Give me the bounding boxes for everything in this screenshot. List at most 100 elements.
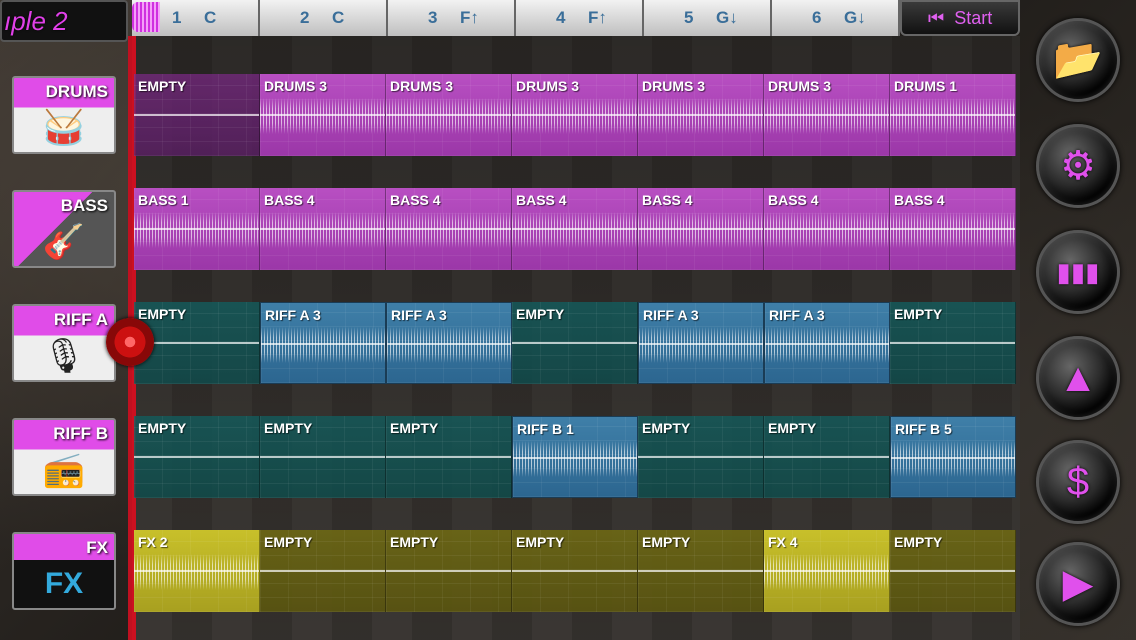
clip-slot[interactable]: DRUMS 3 (260, 74, 386, 156)
clip-center-line (764, 114, 889, 116)
empty-clip-slot[interactable]: EMPTY (889, 302, 1016, 384)
timeline-bar-1[interactable]: 1C (132, 0, 260, 36)
bar-chord: F↑ (460, 8, 479, 27)
waveform (512, 98, 637, 134)
clip-center-line (386, 570, 511, 572)
waveform (512, 212, 637, 248)
timeline-bar-4[interactable]: 4 F↑ (516, 0, 644, 36)
clip-slot[interactable]: BASS 1 (134, 188, 260, 270)
clip-slot[interactable]: BASS 4 (512, 188, 638, 270)
clip-slot[interactable]: BASS 4 (386, 188, 512, 270)
waveform (386, 212, 511, 248)
clip-label: EMPTY (893, 306, 943, 322)
empty-clip-slot[interactable]: EMPTY (890, 530, 1016, 612)
empty-clip-slot[interactable]: EMPTY (512, 530, 638, 612)
clip-center-line (134, 114, 259, 116)
clip-slot[interactable]: RIFF B 5 (890, 416, 1017, 498)
clip-label: EMPTY (138, 306, 187, 322)
clip-slot[interactable]: DRUMS 1 (890, 74, 1016, 156)
playhead-scrubber-handle[interactable] (106, 318, 154, 366)
clip-slot[interactable]: RIFF A 3 (259, 302, 386, 384)
clip-center-line (386, 228, 511, 230)
clip-label: DRUMS 3 (768, 78, 832, 94)
waveform (890, 212, 1015, 248)
clip-slot[interactable]: FX 2 (134, 530, 260, 612)
clip-label: EMPTY (264, 420, 313, 436)
empty-clip-slot[interactable]: EMPTY (260, 530, 386, 612)
clip-label: RIFF B 1 (517, 421, 574, 437)
timeline-bar-2[interactable]: 2C (260, 0, 388, 36)
bar-number: 5 (684, 8, 694, 27)
drum-kit-icon: 🥁 (42, 109, 86, 147)
arrangement-grid: EMPTY DRUMS 3 DRUMS 3 DRUMS 3 DRUMS 3 DRUMS 3… (132, 36, 1020, 640)
empty-clip-slot[interactable]: EMPTY (764, 416, 891, 498)
clip-slot[interactable]: RIFF A 3 (637, 302, 764, 384)
waveform (764, 554, 889, 590)
instrument-riff-a-button[interactable]: RIFF A 🎙 (12, 304, 116, 382)
instrument-riff-b-button[interactable]: RIFF B 📻 (12, 418, 116, 496)
waveform (513, 441, 638, 477)
clip-slot[interactable]: RIFF A 3 (385, 302, 512, 384)
instrument-fx-button[interactable]: FX FX (12, 532, 116, 610)
clip-slot[interactable]: DRUMS 3 (638, 74, 764, 156)
start-button[interactable]: ⏮ Start (900, 0, 1020, 36)
empty-clip-slot[interactable]: EMPTY (260, 416, 386, 498)
bar-chord: G↓ (844, 8, 866, 27)
empty-clip-slot[interactable]: EMPTY (386, 530, 512, 612)
clip-slot[interactable]: DRUMS 3 (386, 74, 512, 156)
clip-slot[interactable]: DRUMS 3 (512, 74, 638, 156)
song-title[interactable]: ıple 2 (0, 0, 128, 42)
clip-center-line (260, 456, 385, 458)
clip-label: BASS 4 (894, 192, 945, 208)
clip-slot[interactable]: BASS 4 (890, 188, 1016, 270)
waveform (638, 212, 763, 248)
clip-center-line (890, 114, 1015, 116)
empty-clip-slot[interactable]: EMPTY (638, 530, 764, 612)
play-icon: ▶ (1062, 562, 1094, 606)
instrument-bass-button[interactable]: BASS 🎸 (12, 190, 116, 268)
timeline-header: 1 C 2 C 3 F↑ 4 F↑ 5 G↓ 6 G↓ (132, 0, 900, 36)
timeline-bar-5[interactable]: 5 G↓ (644, 0, 772, 36)
clip-slot[interactable]: RIFF B 1 (512, 416, 639, 498)
waveform (260, 327, 385, 363)
skip-to-start-icon: ⏮ (928, 7, 945, 28)
clip-center-line (260, 343, 385, 345)
open-folder-button[interactable]: 📂 (1036, 18, 1120, 102)
instrument-drums-button[interactable]: DRUMS 🥁 (12, 76, 116, 154)
store-button[interactable]: $ (1036, 440, 1120, 524)
clip-label: EMPTY (516, 534, 565, 550)
clip-slot[interactable]: BASS 4 (638, 188, 764, 270)
timeline-bar-3[interactable]: 3 F↑ (388, 0, 516, 36)
clip-center-line (891, 457, 1016, 459)
clip-label: EMPTY (642, 420, 691, 436)
play-button[interactable]: ▶ (1036, 542, 1120, 626)
clip-slot[interactable]: FX 4 (764, 530, 890, 612)
settings-button[interactable]: ⚙ (1036, 124, 1120, 208)
clip-slot[interactable]: RIFF A 3 (763, 302, 890, 384)
empty-clip-slot[interactable]: EMPTY (134, 416, 260, 498)
clip-label: EMPTY (390, 420, 439, 436)
empty-clip-slot[interactable]: EMPTY (638, 416, 765, 498)
empty-clip-slot[interactable]: EMPTY (511, 302, 638, 384)
clip-center-line (764, 343, 889, 345)
clip-center-line (386, 456, 511, 458)
clip-label: DRUMS 3 (390, 78, 454, 94)
metronome-button[interactable]: ▲ (1036, 336, 1120, 420)
mixer-button[interactable]: ▮▮▮ (1036, 230, 1120, 314)
empty-clip-slot[interactable]: EMPTY (386, 416, 512, 498)
clip-label: FX 2 (138, 534, 168, 550)
clip-slot[interactable]: BASS 4 (260, 188, 386, 270)
instrument-label: RIFF A (53, 310, 108, 329)
clip-label: BASS 4 (642, 192, 693, 208)
bar-chord: F↑ (588, 8, 607, 27)
instrument-label: BASS (60, 196, 108, 215)
clip-slot[interactable]: DRUMS 3 (764, 74, 890, 156)
clip-label: DRUMS 1 (894, 78, 958, 94)
clip-slot[interactable]: BASS 4 (764, 188, 890, 270)
waveform (638, 327, 763, 363)
empty-clip-slot[interactable]: EMPTY (134, 74, 260, 156)
track-row-riff-a: EMPTY RIFF A 3 RIFF A 3 EMPTY RIFF A 3 RIFF A… (134, 302, 1016, 384)
clip-label: EMPTY (138, 78, 187, 94)
track-row-fx: FX 2 EMPTY EMPTY EMPTY EMPTY FX 4 EMPTY (134, 530, 1016, 612)
timeline-bar-6[interactable]: 6 G↓ (772, 0, 900, 36)
